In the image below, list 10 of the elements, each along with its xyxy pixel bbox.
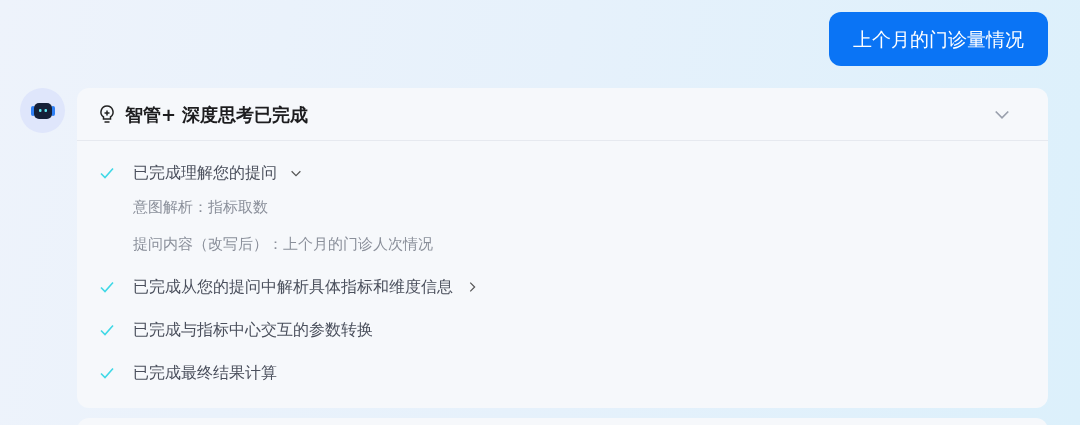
step-label: 已完成理解您的提问 bbox=[133, 162, 277, 184]
step-label: 已完成最终结果计算 bbox=[133, 362, 277, 384]
step-detail: 提问内容（改写后）：上个月的门诊人次情况 bbox=[133, 234, 434, 255]
step-detail: 意图解析：指标取数 bbox=[133, 197, 269, 218]
step-label: 已完成与指标中心交互的参数转换 bbox=[133, 319, 373, 341]
lightbulb-icon bbox=[97, 104, 117, 124]
step-label: 已完成从您的提问中解析具体指标和维度信息 bbox=[133, 276, 453, 298]
user-message-bubble: 上个月的门诊量情况 bbox=[829, 12, 1048, 66]
thinking-title: 智管+ 深度思考已完成 bbox=[125, 102, 309, 127]
robot-avatar-icon bbox=[20, 88, 65, 133]
